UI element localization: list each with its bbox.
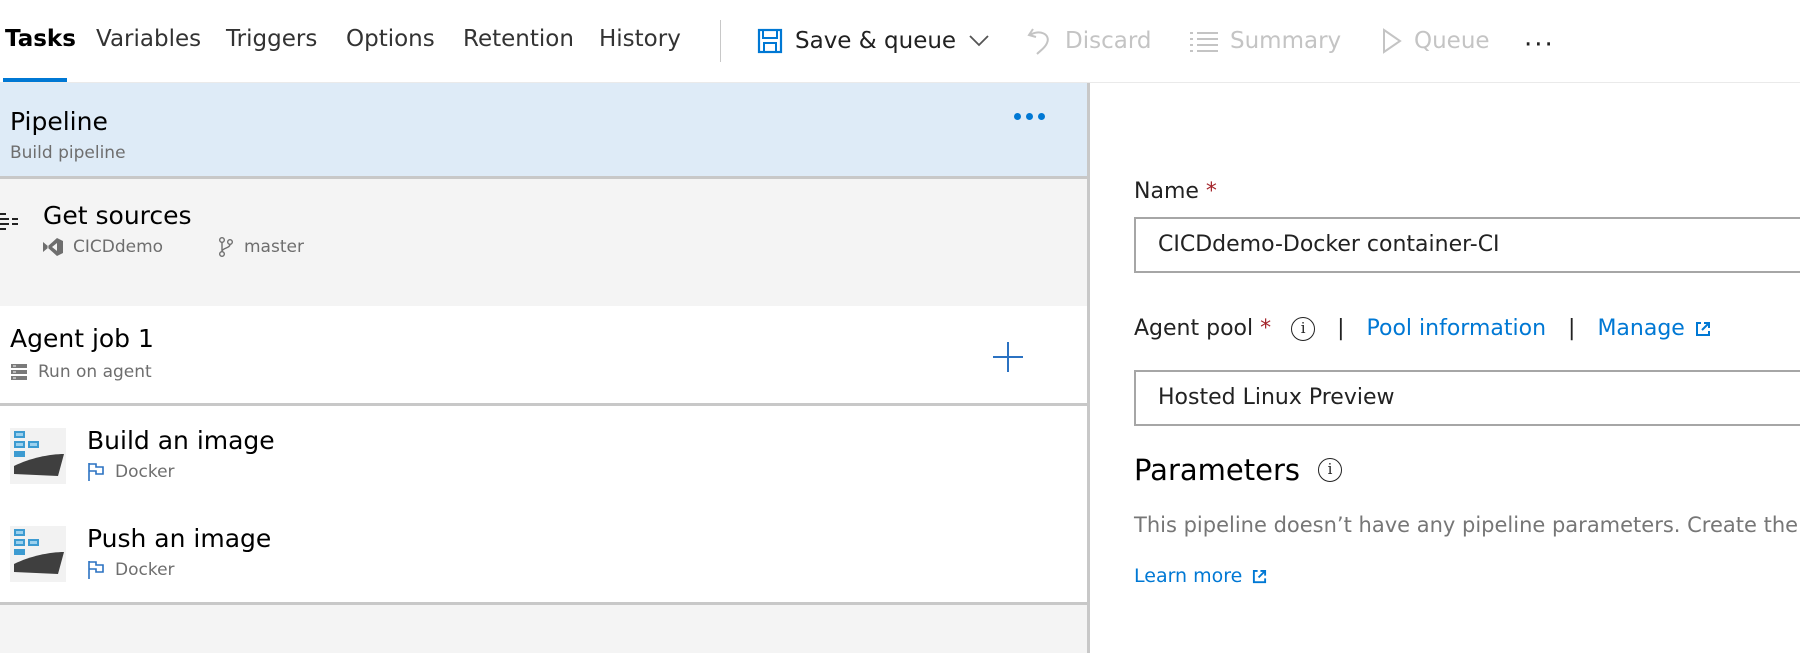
get-sources-title: Get sources [43,201,192,230]
name-label-text: Name [1134,179,1199,204]
separator: | [1337,316,1345,341]
agent-pool-select[interactable]: Hosted Linux Preview [1134,370,1800,426]
pool-information-link[interactable]: Pool information [1367,316,1546,341]
task-subtitle: Docker [115,560,175,580]
external-link-icon[interactable] [1252,569,1267,584]
play-icon [1383,28,1402,54]
discard-label: Discard [1065,28,1152,54]
tab-history[interactable]: History [599,26,681,52]
task-subtitle-wrap: Docker [87,560,175,580]
external-link-icon[interactable] [1695,321,1711,337]
pipeline-properties-panel: Name * CICDdemo-Docker container-CI Agen… [1090,83,1800,653]
task-row[interactable]: Push an image Docker [0,504,1087,602]
pipeline-tree: Pipeline Build pipeline Get sources CICD… [0,83,1087,653]
repo-info: CICDdemo [43,237,163,257]
agent-job-title: Agent job 1 [10,324,154,353]
tab-options[interactable]: Options [346,26,435,52]
parameters-heading-text: Parameters [1134,453,1300,487]
save-queue-label: Save & queue [795,28,957,54]
agent-job-row[interactable]: Agent job 1 Run on agent [0,306,1087,406]
task-row[interactable]: Build an image Docker [0,406,1087,504]
summary-button[interactable]: Summary [1190,24,1341,58]
discard-button[interactable]: Discard [1027,24,1151,58]
undo-icon [1027,28,1049,55]
tab-retention[interactable]: Retention [463,26,574,52]
agent-pool-label-row: Agent pool * i | Pool information | Mana… [1134,316,1711,341]
info-icon[interactable]: i [1318,458,1342,482]
separator: | [1568,316,1576,341]
server-icon [11,364,27,380]
save-queue-button[interactable]: Save & queue [757,24,990,58]
pipeline-title: Pipeline [10,107,108,136]
queue-label: Queue [1414,28,1490,54]
queue-button[interactable]: Queue [1382,24,1490,58]
parameters-heading: Parameters i [1134,453,1342,487]
branch-name: master [244,237,304,257]
learn-more-link[interactable]: Learn more [1134,565,1242,587]
tab-tasks[interactable]: Tasks [5,26,76,52]
name-label: Name * [1134,179,1217,204]
name-input[interactable]: CICDdemo-Docker container-CI [1134,217,1800,273]
required-mark: * [1260,316,1272,341]
sources-icon [0,213,18,230]
branch-info: master [218,237,304,257]
agent-job-subtitle-wrap: Run on agent [10,362,152,382]
learn-more-row: Learn more [1134,565,1267,587]
active-tab-indicator [3,78,67,82]
get-sources-row[interactable]: Get sources CICDdemo master [0,179,1087,306]
repo-name: CICDdemo [73,237,164,257]
pipeline-subtitle: Build pipeline [10,143,126,163]
more-actions-button[interactable]: ··· [1524,30,1555,60]
list-icon [1190,32,1218,52]
summary-label: Summary [1230,28,1342,54]
chevron-down-icon[interactable] [968,34,990,48]
parameters-description: This pipeline doesn’t have any pipeline … [1134,513,1799,537]
branch-icon [219,237,233,257]
task-title: Push an image [87,524,272,553]
flag-icon [88,463,104,481]
agent-pool-label: Agent pool [1134,316,1254,341]
visual-studio-icon [43,238,63,256]
task-title: Build an image [87,426,275,455]
pipeline-row[interactable]: Pipeline Build pipeline [0,83,1087,179]
flag-icon [88,561,104,579]
add-task-icon[interactable] [993,342,1023,372]
info-icon[interactable]: i [1291,316,1316,341]
docker-icon [10,526,66,582]
task-subtitle: Docker [115,462,175,482]
tab-triggers[interactable]: Triggers [226,26,317,52]
save-icon [757,28,783,54]
task-subtitle-wrap: Docker [87,462,175,482]
toolbar-divider [720,20,721,62]
required-mark: * [1205,179,1217,204]
manage-link[interactable]: Manage [1597,316,1684,341]
top-toolbar: Tasks Variables Triggers Options Retenti… [0,0,1800,83]
docker-icon [10,428,66,484]
tab-variables[interactable]: Variables [96,26,201,52]
agent-job-subtitle: Run on agent [38,362,152,382]
task-list-border [0,602,1087,605]
pipeline-more-icon[interactable] [1014,113,1045,120]
